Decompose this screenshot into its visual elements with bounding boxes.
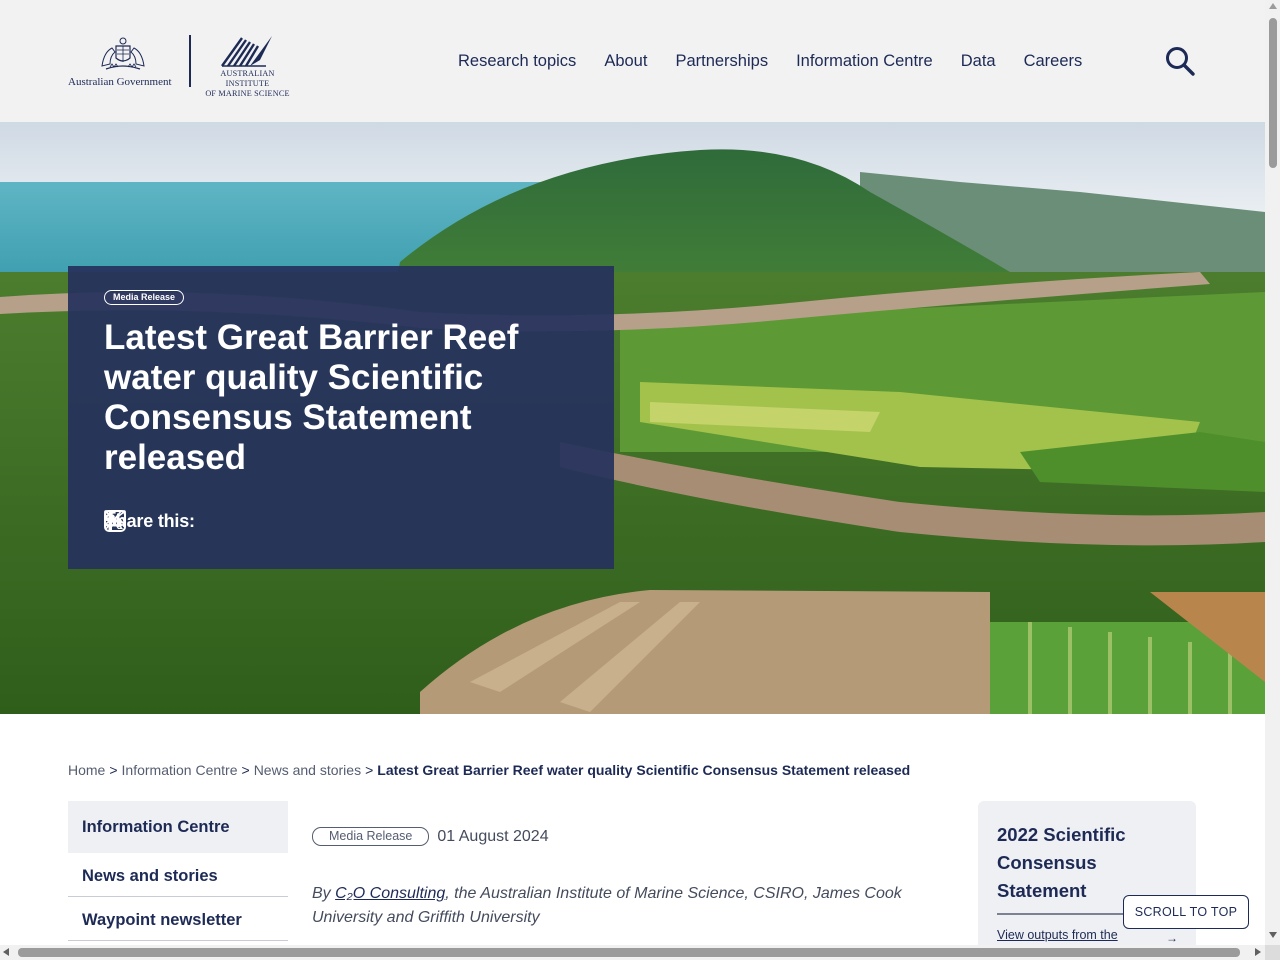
nav-data[interactable]: Data <box>961 52 996 71</box>
hero-card: Media Release Latest Great Barrier Reef … <box>68 266 614 569</box>
scroll-to-top-button[interactable]: SCROLL TO TOP <box>1123 895 1249 929</box>
linkedin-icon[interactable] <box>104 510 291 532</box>
aims-logo-line2: of Marine Science <box>205 89 290 98</box>
scroll-right-arrow-icon[interactable] <box>1255 948 1261 956</box>
logo-divider <box>189 35 191 87</box>
related-card-link[interactable]: View outputs from the <box>997 928 1118 942</box>
breadcrumb-home[interactable]: Home <box>68 762 105 778</box>
nav-careers[interactable]: Careers <box>1024 52 1083 71</box>
article-meta: Media Release 01 August 2024 <box>312 827 549 846</box>
article-byline: By C₂O Consulting, the Australian Instit… <box>312 882 942 930</box>
vertical-scroll-thumb[interactable] <box>1269 18 1277 168</box>
scroll-down-arrow-icon[interactable] <box>1269 932 1277 938</box>
media-release-badge: Media Release <box>104 290 185 305</box>
section-sidebar: Information Centre News and stories Wayp… <box>68 801 288 941</box>
breadcrumb: Home > Information Centre > News and stories… <box>68 762 910 778</box>
article-type-badge: Media Release <box>312 827 430 846</box>
related-card-title[interactable]: 2022 Scientific Consensus Statement <box>997 821 1177 905</box>
australian-government-logo[interactable]: Australian Government <box>68 36 178 88</box>
aims-mark-icon <box>221 36 272 67</box>
x-icon[interactable] <box>105 510 259 532</box>
byline-c2o-link[interactable]: C₂O Consulting <box>335 885 445 902</box>
nav-about[interactable]: About <box>604 52 647 71</box>
nav-research-topics[interactable]: Research topics <box>458 52 576 71</box>
sidebar-heading[interactable]: Information Centre <box>68 801 288 853</box>
aims-logo-text: Australian Institute of Marine Science <box>200 69 295 99</box>
nav-partnerships[interactable]: Partnerships <box>675 52 768 71</box>
breadcrumb-separator: > <box>365 762 374 778</box>
horizontal-scrollbar[interactable] <box>0 945 1265 960</box>
share-bar: Share this: <box>104 510 333 532</box>
page-title: Latest Great Barrier Reef water quality … <box>104 318 519 477</box>
email-icon[interactable] <box>104 510 323 532</box>
breadcrumb-news-and-stories[interactable]: News and stories <box>254 762 361 778</box>
article-date: 01 August 2024 <box>437 827 549 845</box>
horizontal-scroll-thumb[interactable] <box>18 948 1240 957</box>
nav-information-centre[interactable]: Information Centre <box>796 52 933 71</box>
breadcrumb-separator: > <box>109 762 118 778</box>
facebook-icon[interactable] <box>105 510 227 532</box>
vertical-scrollbar[interactable] <box>1265 0 1280 945</box>
hero-banner: Media Release Latest Great Barrier Reef … <box>0 122 1265 714</box>
scroll-up-arrow-icon[interactable] <box>1269 3 1277 9</box>
breadcrumb-current: Latest Great Barrier Reef water quality … <box>377 762 911 778</box>
sidebar-item-news-and-stories[interactable]: News and stories <box>68 853 288 897</box>
sidebar-item-waypoint-newsletter[interactable]: Waypoint newsletter <box>68 897 288 941</box>
gov-logo-text: Australian Government <box>68 76 172 88</box>
arrow-right-icon: → <box>1166 931 1178 945</box>
byline-prefix: By <box>312 885 336 902</box>
scrollbar-corner <box>1265 945 1280 960</box>
main-nav: Research topics About Partnerships Infor… <box>458 52 1110 71</box>
aims-logo[interactable]: Australian Institute of Marine Science <box>200 34 295 98</box>
scroll-left-arrow-icon[interactable] <box>3 948 9 956</box>
site-header: Australian Government Australian Institu… <box>0 0 1265 122</box>
aims-logo-line1: Australian Institute <box>220 69 275 88</box>
breadcrumb-separator: > <box>241 762 250 778</box>
breadcrumb-information-centre[interactable]: Information Centre <box>122 762 238 778</box>
coat-of-arms-icon <box>101 37 145 70</box>
search-icon[interactable] <box>1164 45 1196 77</box>
